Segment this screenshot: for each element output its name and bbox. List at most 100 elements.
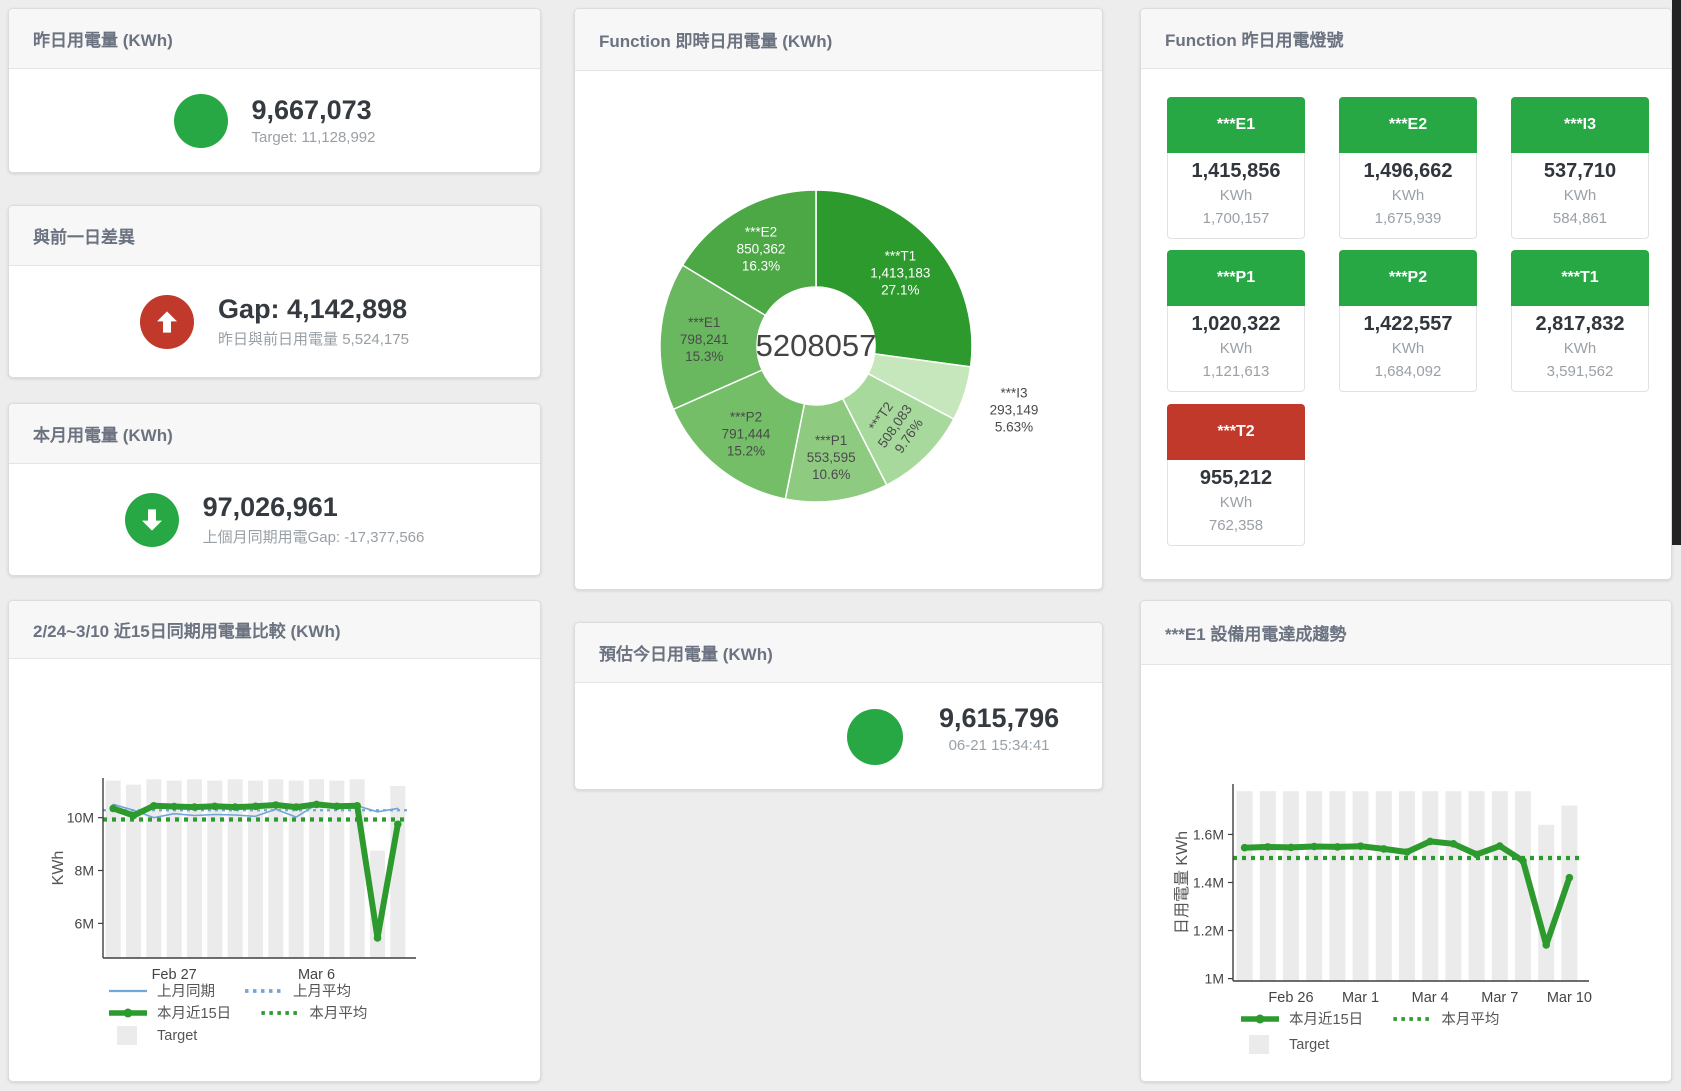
legend-swatch-dot — [124, 1009, 133, 1018]
legend-label[interactable]: 上月平均 — [293, 983, 351, 1000]
target-bar — [1492, 791, 1508, 981]
target-bar — [390, 786, 405, 958]
x-tick-label: Mar 10 — [1547, 990, 1592, 1006]
card-lights-title: Function 昨日用電燈號 — [1165, 26, 1343, 51]
card-estimate-title: 預估今日用電量 (KWh) — [599, 640, 773, 665]
lights-row: ***E11,415,856KWh1,700,157***E21,496,662… — [1167, 97, 1649, 239]
lights-row: ***T2955,212KWh762,358 — [1167, 404, 1305, 546]
legend-swatch-box[interactable] — [117, 1026, 137, 1045]
x-tick-label: Feb 27 — [152, 967, 197, 983]
target-bar — [1445, 791, 1461, 981]
card-trend-header: ***E1 設備用電達成趨勢 — [1141, 601, 1671, 665]
tile-unit: KWh — [1340, 338, 1476, 360]
series-point — [1357, 842, 1365, 850]
series-point — [170, 803, 178, 811]
realtime-donut-chart: ***T11,413,18327.1%***I3293,1495.63%***T… — [575, 71, 1102, 589]
tile-value: 537,710 — [1512, 157, 1648, 185]
tile-unit: KWh — [1168, 492, 1304, 514]
tile-unit: KWh — [1512, 185, 1648, 207]
dashboard: 昨日用電量 (KWh) 9,667,073 Target: 11,128,992… — [0, 0, 1681, 1091]
tile-label: ***E1 — [1167, 97, 1305, 153]
target-bar — [1469, 791, 1485, 981]
light-tile-T2: ***T2955,212KWh762,358 — [1167, 404, 1305, 546]
card-day-gap-body: Gap: 4,142,898 昨日與前日用電量 5,524,175 — [9, 266, 540, 377]
series-point — [1380, 845, 1388, 853]
legend-label[interactable]: 上月同期 — [157, 983, 215, 1000]
light-tile-T1: ***T12,817,832KWh3,591,562 — [1511, 250, 1649, 392]
day-gap-value: Gap: 4,142,898 — [218, 294, 409, 325]
light-tile-E1: ***E11,415,856KWh1,700,157 — [1167, 97, 1305, 239]
target-bar — [1422, 791, 1438, 981]
legend-label[interactable]: Target — [1289, 1037, 1329, 1053]
tile-target: 1,121,613 — [1168, 360, 1304, 383]
series-point — [252, 803, 260, 811]
series-point — [292, 803, 300, 811]
target-bar — [1237, 791, 1253, 981]
donut-slice-label: ***I3293,1495.63% — [990, 386, 1039, 435]
legend-label[interactable]: 本月平均 — [1441, 1011, 1499, 1028]
series-point — [1496, 842, 1504, 850]
series-point — [1519, 857, 1527, 865]
tile-label: ***T1 — [1511, 250, 1649, 306]
card-lights: Function 昨日用電燈號 ***E11,415,856KWh1,700,1… — [1140, 8, 1672, 580]
card-day-gap-header: 與前一日差異 — [9, 206, 540, 266]
y-tick-label: 1.2M — [1193, 923, 1224, 939]
legend-label[interactable]: Target — [157, 1028, 197, 1044]
y-tick-label: 1.6M — [1193, 826, 1224, 842]
x-tick-label: Mar 1 — [1342, 990, 1379, 1006]
legend-swatch-box[interactable] — [1249, 1035, 1269, 1054]
tile-target: 584,861 — [1512, 207, 1648, 230]
yesterday-target-label: Target: 11,128,992 — [252, 129, 376, 146]
target-bar — [1538, 825, 1554, 981]
card-estimate: 預估今日用電量 (KWh) 9,615,796 06-21 15:34:41 — [574, 622, 1103, 790]
target-bar — [1283, 791, 1299, 981]
green-status-circle-icon — [847, 709, 903, 765]
tile-unit: KWh — [1168, 338, 1304, 360]
series-point — [231, 803, 239, 811]
card-estimate-body: 9,615,796 06-21 15:34:41 — [575, 683, 1102, 791]
card-lights-header: Function 昨日用電燈號 — [1141, 9, 1671, 69]
yesterday-value: 9,667,073 — [252, 95, 376, 126]
card-yesterday-title: 昨日用電量 (KWh) — [33, 26, 173, 51]
x-tick-label: Mar 7 — [1481, 990, 1518, 1006]
tile-value: 1,020,322 — [1168, 310, 1304, 338]
series-point — [272, 801, 280, 809]
series-point — [1264, 843, 1272, 851]
tile-label: ***I3 — [1511, 97, 1649, 153]
arrow-up-icon — [140, 295, 194, 349]
card-trend-title: ***E1 設備用電達成趨勢 — [1165, 620, 1346, 645]
card-month-usage: 本月用電量 (KWh) 97,026,961 上個月同期用電Gap: -17,3… — [8, 403, 541, 576]
series-point — [374, 934, 382, 942]
series-point — [1310, 843, 1318, 851]
tile-target: 1,700,157 — [1168, 207, 1304, 230]
legend-swatch-dot — [1256, 1015, 1265, 1024]
trend-chart: 1M1.2M1.4M1.6MFeb 26Mar 1Mar 4Mar 7Mar 1… — [1141, 665, 1671, 1081]
card-yesterday-usage: 昨日用電量 (KWh) 9,667,073 Target: 11,128,992 — [8, 8, 541, 173]
tile-value: 1,496,662 — [1340, 157, 1476, 185]
legend-label[interactable]: 本月近15日 — [1289, 1011, 1363, 1028]
legend-label[interactable]: 本月近15日 — [157, 1005, 231, 1022]
tile-value: 1,422,557 — [1340, 310, 1476, 338]
y-tick-label: 1.4M — [1193, 875, 1224, 891]
target-bar — [1306, 791, 1322, 981]
legend-label[interactable]: 本月平均 — [309, 1005, 367, 1022]
card-day-gap: 與前一日差異 Gap: 4,142,898 昨日與前日用電量 5,524,175 — [8, 205, 541, 378]
card-month-body: 97,026,961 上個月同期用電Gap: -17,377,566 — [9, 464, 540, 575]
card-yesterday-body: 9,667,073 Target: 11,128,992 — [9, 69, 540, 172]
tile-target: 762,358 — [1168, 514, 1304, 537]
card-compare-title: 2/24~3/10 近15日同期用電量比較 (KWh) — [33, 617, 341, 642]
y-tick-label: 8M — [75, 863, 94, 879]
series-point — [1241, 844, 1249, 852]
x-tick-label: Mar 4 — [1412, 990, 1449, 1006]
card-trend-chart: ***E1 設備用電達成趨勢 1M1.2M1.4M1.6MFeb 26Mar 1… — [1140, 600, 1672, 1082]
tile-body: 537,710KWh584,861 — [1511, 153, 1649, 239]
target-bar — [1260, 791, 1276, 981]
tile-body: 1,020,322KWh1,121,613 — [1167, 306, 1305, 392]
tile-value: 2,817,832 — [1512, 310, 1648, 338]
series-point — [1426, 838, 1434, 846]
card-compare-header: 2/24~3/10 近15日同期用電量比較 (KWh) — [9, 601, 540, 659]
series-point — [1566, 874, 1574, 882]
scrollbar[interactable] — [1672, 0, 1681, 545]
month-value: 97,026,961 — [203, 492, 425, 523]
series-point — [150, 802, 158, 810]
